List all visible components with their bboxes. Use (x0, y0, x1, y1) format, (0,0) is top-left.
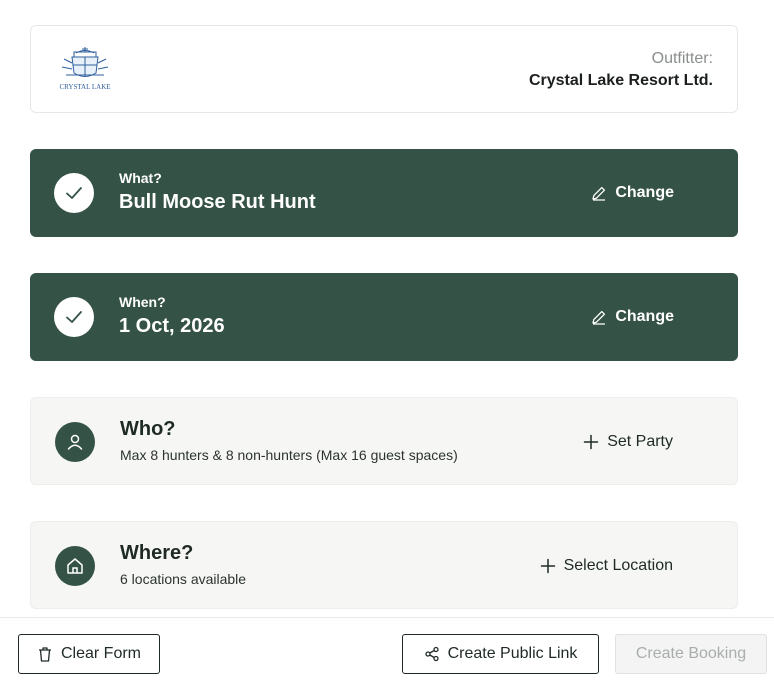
booking-page: CRYSTAL LAKE Outfitter: Crystal Lake Res… (0, 0, 774, 683)
set-party-button[interactable]: Set Party (583, 398, 673, 486)
clear-form-label: Clear Form (60, 645, 141, 662)
step-when-label: When? (119, 294, 166, 310)
create-booking-button[interactable]: Create Booking (615, 634, 767, 674)
step-what: What? Bull Moose Rut Hunt Change (30, 149, 738, 237)
create-public-link-label: Create Public Link (447, 645, 578, 662)
change-what-button[interactable]: Change (591, 149, 674, 237)
step-where-detail: 6 locations available (120, 571, 247, 587)
select-location-label: Select Location (563, 557, 673, 574)
person-icon (55, 422, 95, 462)
pencil-icon (592, 186, 606, 201)
pencil-icon (592, 310, 606, 325)
step-what-value: Bull Moose Rut Hunt (119, 191, 316, 213)
outfitter-info: Outfitter: Crystal Lake Resort Ltd. (529, 48, 713, 92)
outfitter-label: Outfitter: (651, 50, 713, 67)
outfitter-name: Crystal Lake Resort Ltd. (528, 72, 713, 89)
change-when-label: Change (615, 308, 674, 325)
step-when: When? 1 Oct, 2026 Change (30, 273, 738, 361)
logo-text: CRYSTAL LAKE (59, 83, 110, 91)
create-public-link-button[interactable]: Create Public Link (402, 634, 599, 674)
share-icon (424, 646, 439, 662)
change-what-label: Change (615, 184, 674, 201)
check-icon (54, 173, 94, 213)
check-icon (54, 297, 94, 337)
create-booking-label: Create Booking (635, 645, 747, 662)
change-when-button[interactable]: Change (591, 273, 674, 361)
trash-icon (38, 647, 51, 662)
home-icon (55, 546, 95, 586)
step-when-value: 1 Oct, 2026 (119, 315, 225, 337)
outfitter-card: CRYSTAL LAKE Outfitter: Crystal Lake Res… (30, 25, 738, 113)
set-party-label: Set Party (607, 433, 673, 450)
step-where: Where? 6 locations available Select Loca… (30, 521, 738, 609)
step-where-title: Where? (120, 542, 194, 564)
plus-icon (583, 434, 599, 450)
step-who-detail: Max 8 hunters & 8 non-hunters (Max 16 gu… (120, 447, 458, 463)
step-what-label: What? (119, 170, 162, 186)
step-who: Who? Max 8 hunters & 8 non-hunters (Max … (30, 397, 738, 485)
clear-form-button[interactable]: Clear Form (18, 634, 160, 674)
crystal-lake-logo: CRYSTAL LAKE (59, 47, 111, 91)
select-location-button[interactable]: Select Location (540, 522, 673, 610)
plus-icon (540, 558, 555, 574)
step-who-title: Who? (120, 418, 176, 440)
footer-bar: Clear Form Create Public Link Create Boo… (0, 617, 774, 683)
